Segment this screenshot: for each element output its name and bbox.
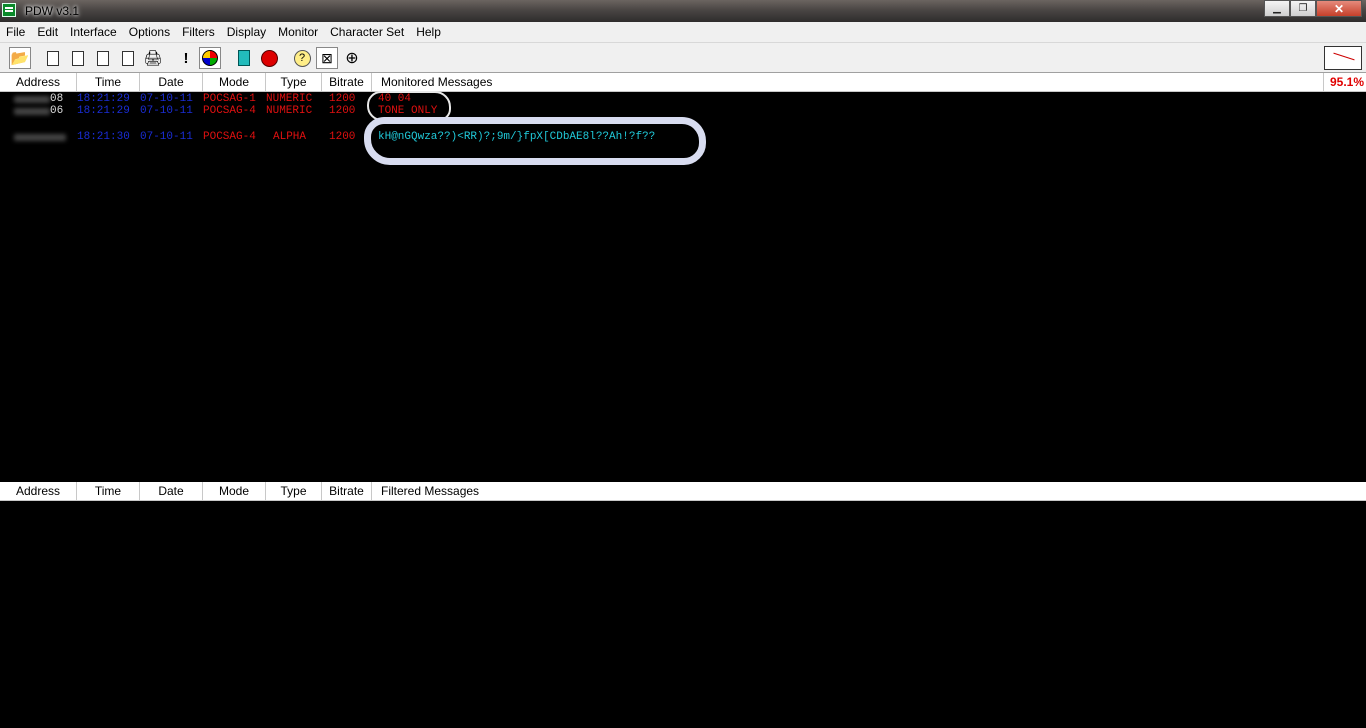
filtered-header: Address Time Date Mode Type Bitrate Filt… — [0, 482, 1366, 501]
highlight-circle — [364, 117, 706, 165]
copy-button-4[interactable] — [117, 47, 139, 69]
menu-edit[interactable]: Edit — [31, 22, 64, 42]
type-cell: ALPHA — [273, 131, 307, 143]
col-type[interactable]: Type — [266, 482, 322, 500]
message-row[interactable]: 06 18:21:29 07-10-11 POCSAG-4 NUMERIC 12… — [0, 105, 437, 118]
exclamation-icon: ! — [183, 49, 189, 67]
signal-meter-icon — [1324, 46, 1362, 70]
message-row[interactable]: 18:21:30 07-10-11 POCSAG-4 ALPHA 1200 kH… — [0, 131, 655, 144]
col-mode[interactable]: Mode — [203, 482, 266, 500]
time-cell: 18:21:30 — [77, 131, 130, 143]
menu-interface[interactable]: Interface — [64, 22, 123, 42]
col-mode[interactable]: Mode — [203, 73, 266, 91]
bitrate-cell: 1200 — [329, 131, 356, 143]
help-button[interactable]: ? — [291, 47, 313, 69]
minimize-button[interactable]: ▁ — [1264, 0, 1290, 17]
color-button[interactable] — [199, 47, 221, 69]
crossed-box-icon: ⊠ — [321, 49, 333, 66]
toolbar: 📂 🖨 ! ? ⊠ ⊕ — [0, 42, 1366, 73]
help-bubble-icon: ? — [293, 49, 311, 67]
col-bitrate[interactable]: Bitrate — [322, 482, 372, 500]
close-icon: ✕ — [1333, 1, 1345, 16]
date-cell: 07-10-11 — [140, 105, 193, 117]
title-bar: PDW v3.1 ▁ ❐ ✕ — [0, 0, 1366, 22]
copy-button-1[interactable] — [42, 47, 64, 69]
menu-help[interactable]: Help — [410, 22, 447, 42]
record-button[interactable] — [258, 47, 280, 69]
menu-filters[interactable]: Filters — [176, 22, 221, 42]
monitored-header: Address Time Date Mode Type Bitrate Moni… — [0, 73, 1366, 92]
restore-icon: ❐ — [1298, 3, 1308, 14]
folder-icon: 📂 — [10, 50, 30, 67]
menu-character-set[interactable]: Character Set — [324, 22, 410, 42]
col-date[interactable]: Date — [140, 482, 203, 500]
filtered-pane[interactable] — [0, 501, 1366, 728]
address-suffix: 06 — [50, 105, 64, 117]
copy-icon — [94, 48, 109, 66]
col-time[interactable]: Time — [77, 482, 140, 500]
redacted-address — [14, 96, 50, 103]
window-controls: ▁ ❐ ✕ — [1264, 0, 1362, 18]
copy-icon — [69, 48, 84, 66]
mode-cell: POCSAG-4 — [203, 105, 256, 117]
filter-toggle-button[interactable]: ⊠ — [316, 47, 338, 69]
col-address[interactable]: Address — [0, 73, 77, 91]
col-date[interactable]: Date — [140, 73, 203, 91]
printer-icon: 🖨 — [143, 50, 163, 67]
menu-monitor[interactable]: Monitor — [272, 22, 324, 42]
redacted-address — [14, 134, 66, 141]
menu-bar: File Edit Interface Options Filters Disp… — [0, 22, 1366, 42]
copy-button-3[interactable] — [92, 47, 114, 69]
window-title: PDW v3.1 — [25, 4, 80, 18]
maximize-button[interactable]: ❐ — [1290, 0, 1316, 17]
calculator-icon — [238, 50, 250, 66]
copy-icon — [119, 48, 134, 66]
menu-file[interactable]: File — [0, 22, 31, 42]
close-button[interactable]: ✕ — [1316, 0, 1362, 17]
col-time[interactable]: Time — [77, 73, 140, 91]
print-button[interactable]: 🖨 — [142, 47, 164, 69]
col-bitrate[interactable]: Bitrate — [322, 73, 372, 91]
minimize-icon: ▁ — [1273, 3, 1281, 14]
col-filtered-messages[interactable]: Filtered Messages — [372, 482, 672, 500]
menu-display[interactable]: Display — [221, 22, 272, 42]
mode-cell: POCSAG-4 — [203, 131, 256, 143]
app-icon[interactable] — [2, 3, 16, 17]
col-type[interactable]: Type — [266, 73, 322, 91]
open-folder-button[interactable]: 📂 — [9, 47, 31, 69]
record-icon — [260, 49, 278, 67]
date-cell: 07-10-11 — [140, 131, 193, 143]
copy-button-2[interactable] — [67, 47, 89, 69]
scan-button[interactable]: ⊕ — [341, 47, 363, 69]
color-wheel-icon — [202, 50, 218, 66]
col-monitored-messages[interactable]: Monitored Messages — [372, 73, 672, 91]
copy-icon — [44, 48, 59, 66]
time-cell: 18:21:29 — [77, 105, 130, 117]
calculator-button[interactable] — [233, 47, 255, 69]
alert-button[interactable]: ! — [175, 47, 197, 69]
menu-options[interactable]: Options — [123, 22, 176, 42]
col-address[interactable]: Address — [0, 482, 77, 500]
signal-percent: 95.1% — [1322, 73, 1364, 91]
bitrate-cell: 1200 — [329, 105, 356, 117]
crosshair-icon: ⊕ — [345, 50, 359, 67]
redacted-address — [14, 108, 50, 115]
type-cell: NUMERIC — [266, 105, 313, 117]
